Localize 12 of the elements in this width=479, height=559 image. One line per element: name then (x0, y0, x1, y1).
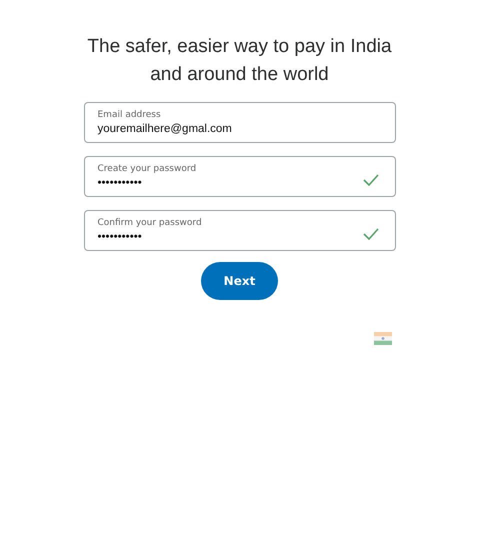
input-field[interactable]: Email address youremailhere@gmal.com (84, 102, 396, 143)
field-label: Confirm your password (98, 217, 202, 229)
field-value: ••••••••••• (98, 230, 143, 245)
input-field[interactable]: Create your password ••••••••••• (84, 156, 396, 197)
next-button[interactable]: Next (201, 262, 278, 300)
field-value: ••••••••••• (98, 176, 143, 191)
flag-icon (374, 332, 392, 345)
page-heading: The safer, easier way to pay in India and around the world (86, 35, 393, 87)
field-value: youremailhere@gmal.com (98, 122, 232, 137)
field-label: Email address (98, 109, 162, 121)
input-field[interactable]: Confirm your password ••••••••••• (84, 210, 396, 251)
field-label: Create your password (98, 163, 196, 175)
